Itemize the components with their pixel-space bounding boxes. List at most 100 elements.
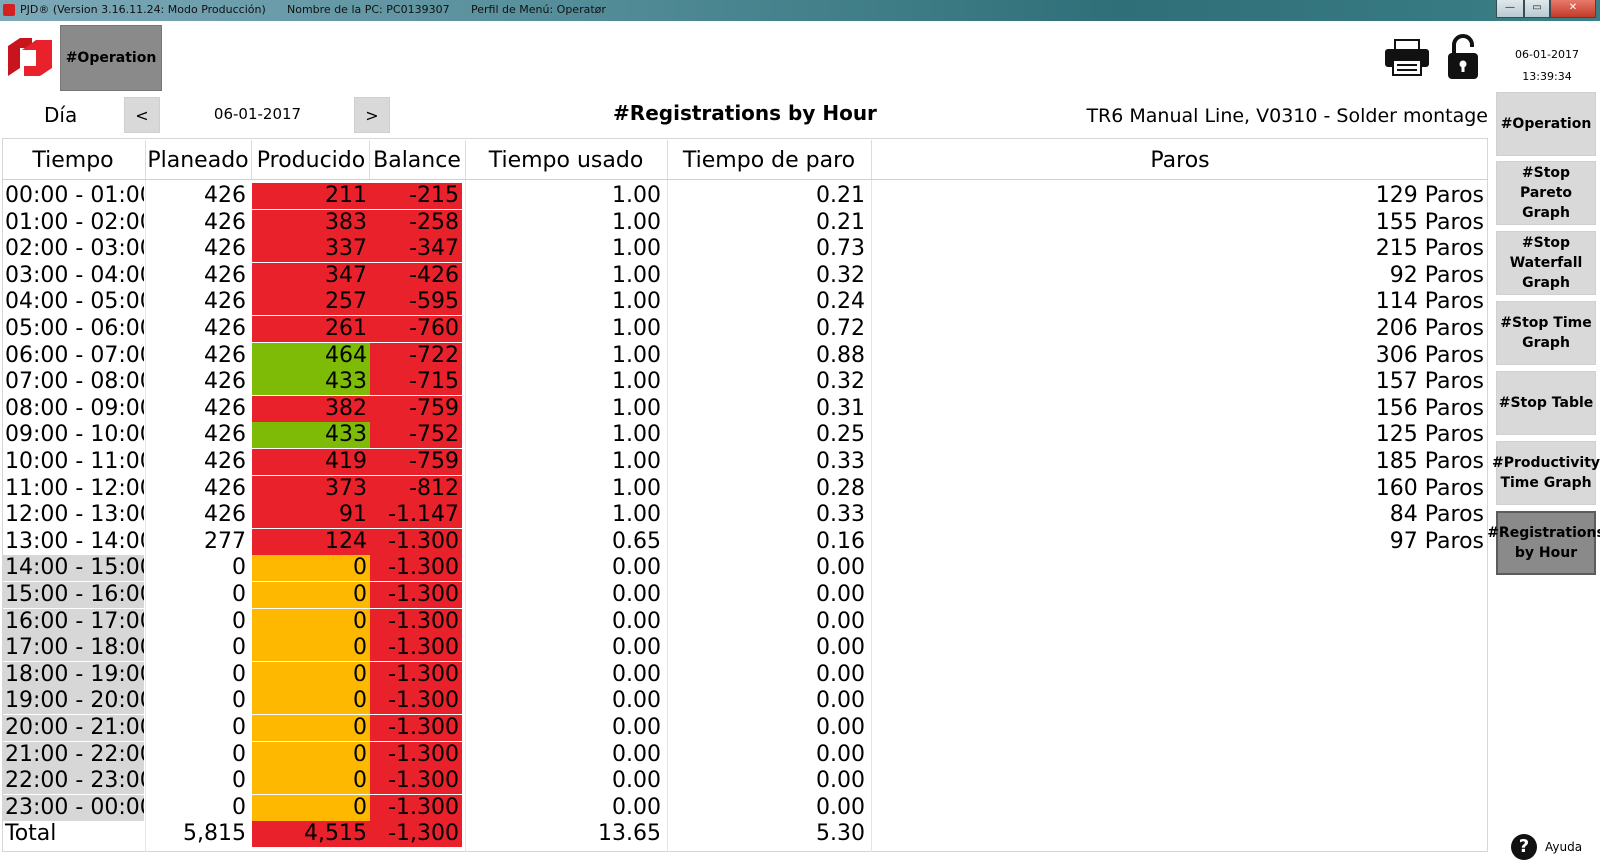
planned-cell: 0 [232, 662, 246, 687]
planned-cell: 277 [204, 529, 246, 554]
column-header-paros: Paros [1150, 148, 1210, 173]
used-time-cell: 1.00 [612, 289, 661, 314]
lock-icon[interactable] [1446, 34, 1480, 80]
produced-cell: 347 [252, 263, 370, 289]
stops-count-cell [1040, 662, 1488, 688]
operation-header-button[interactable]: #Operation [60, 25, 162, 91]
used-time-cell: 0.00 [612, 609, 661, 634]
produced-cell: 0 [252, 742, 370, 768]
balance-cell: -1.300 [370, 742, 462, 768]
balance-cell: -347 [370, 236, 462, 262]
stop-time-cell: 0.73 [816, 236, 865, 261]
total-planned-cell: 5,815 [183, 821, 246, 846]
stop-time-cell: 0.88 [816, 343, 865, 368]
sidebar-item-operation[interactable]: #Operation [1496, 92, 1596, 156]
stop-time-cell: 0.00 [816, 715, 865, 740]
sidebar-item-stop-time-graph[interactable]: #Stop Time Graph [1496, 301, 1596, 365]
total-stops-count-cell [1040, 821, 1488, 847]
time-cell: 23:00 - 00:00 [2, 795, 144, 821]
planned-cell: 0 [232, 742, 246, 767]
used-time-cell: 0.00 [612, 555, 661, 580]
used-time-cell: 0.00 [612, 742, 661, 767]
stops-count-cell [1040, 635, 1488, 661]
minimize-button[interactable]: — [1496, 0, 1524, 18]
previous-day-button[interactable]: < [124, 97, 160, 133]
close-button[interactable]: ✕ [1550, 0, 1596, 18]
column-header-tiempo: Tiempo [32, 148, 114, 173]
total-stop-time-cell: 5.30 [816, 821, 865, 846]
balance-cell: -1.300 [370, 715, 462, 741]
column-header-producido: Producido [256, 148, 366, 173]
stop-time-cell: 0.32 [816, 369, 865, 394]
time-cell: 13:00 - 14:00 [5, 529, 144, 554]
produced-cell: 91 [252, 502, 370, 528]
balance-cell: -1.300 [370, 662, 462, 688]
sidebar-item-stop-pareto-graph[interactable]: #Stop Pareto Graph [1496, 161, 1596, 225]
stop-time-cell: 0.00 [816, 609, 865, 634]
planned-cell: 0 [232, 688, 246, 713]
time-cell: 04:00 - 05:00 [5, 289, 144, 314]
time-cell: 03:00 - 04:00 [5, 263, 144, 288]
planned-cell: 426 [204, 316, 246, 341]
planned-cell: 426 [204, 263, 246, 288]
stops-count-cell [1040, 555, 1488, 581]
next-day-button[interactable]: > [354, 97, 390, 133]
time-cell: 21:00 - 22:00 [2, 742, 144, 768]
balance-cell: -1.300 [370, 635, 462, 661]
produced-cell: 257 [252, 289, 370, 315]
stop-time-cell: 0.00 [816, 635, 865, 660]
produced-cell: 0 [252, 662, 370, 688]
maximize-button[interactable]: ▭ [1524, 0, 1550, 18]
stops-count-cell: 157 Paros [1375, 369, 1484, 394]
balance-cell: -1.300 [370, 768, 462, 794]
planned-cell: 0 [232, 609, 246, 634]
balance-cell: -752 [370, 422, 462, 448]
balance-cell: -1.300 [370, 529, 462, 555]
balance-cell: -1.300 [370, 688, 462, 714]
used-time-cell: 1.00 [612, 183, 661, 208]
used-time-cell: 1.00 [612, 316, 661, 341]
help-label[interactable]: Ayuda [1545, 840, 1582, 854]
stops-count-cell [1040, 609, 1488, 635]
produced-cell: 261 [252, 316, 370, 342]
column-divider [145, 140, 146, 180]
help-icon[interactable]: ? [1511, 834, 1537, 860]
sidebar-item-registrations-by-hour[interactable]: #Registrations by Hour [1487, 511, 1600, 575]
produced-cell: 0 [252, 555, 370, 581]
time-cell: 16:00 - 17:00 [2, 609, 144, 635]
planned-cell: 0 [232, 795, 246, 820]
used-time-cell: 1.00 [612, 343, 661, 368]
balance-cell: -426 [370, 263, 462, 289]
stop-time-cell: 0.00 [816, 582, 865, 607]
stop-time-cell: 0.72 [816, 316, 865, 341]
planned-cell: 426 [204, 476, 246, 501]
header-divider [2, 179, 1488, 180]
used-time-cell: 0.00 [612, 795, 661, 820]
sidebar-item-stop-table[interactable]: #Stop Table [1496, 371, 1596, 435]
sidebar-item-productivity-time-graph[interactable]: #Productivity Time Graph [1492, 441, 1600, 505]
stops-count-cell [1040, 715, 1488, 741]
stops-count-cell [1040, 768, 1488, 794]
sidebar-item-stop-waterfall-graph[interactable]: #Stop Waterfall Graph [1496, 231, 1596, 295]
produced-cell: 383 [252, 210, 370, 236]
planned-cell: 426 [204, 502, 246, 527]
stops-count-cell: 160 Paros [1375, 476, 1484, 501]
stop-time-cell: 0.00 [816, 768, 865, 793]
produced-cell: 433 [252, 369, 370, 395]
stop-time-cell: 0.24 [816, 289, 865, 314]
planned-cell: 426 [204, 289, 246, 314]
used-time-cell: 0.00 [612, 582, 661, 607]
printer-icon[interactable] [1384, 38, 1430, 76]
balance-cell: -760 [370, 316, 462, 342]
time-cell: 02:00 - 03:00 [5, 236, 144, 261]
produced-cell: 0 [252, 795, 370, 821]
time-cell: 09:00 - 10:00 [5, 422, 144, 447]
stop-time-cell: 0.33 [816, 502, 865, 527]
window-title: PJD® (Version 3.16.11.24: Modo Producció… [20, 3, 266, 16]
used-time-cell: 1.00 [612, 263, 661, 288]
stops-count-cell [1040, 582, 1488, 608]
time-cell: 06:00 - 07:00 [5, 343, 144, 368]
balance-cell: -759 [370, 449, 462, 475]
planned-cell: 0 [232, 768, 246, 793]
balance-cell: -759 [370, 396, 462, 422]
